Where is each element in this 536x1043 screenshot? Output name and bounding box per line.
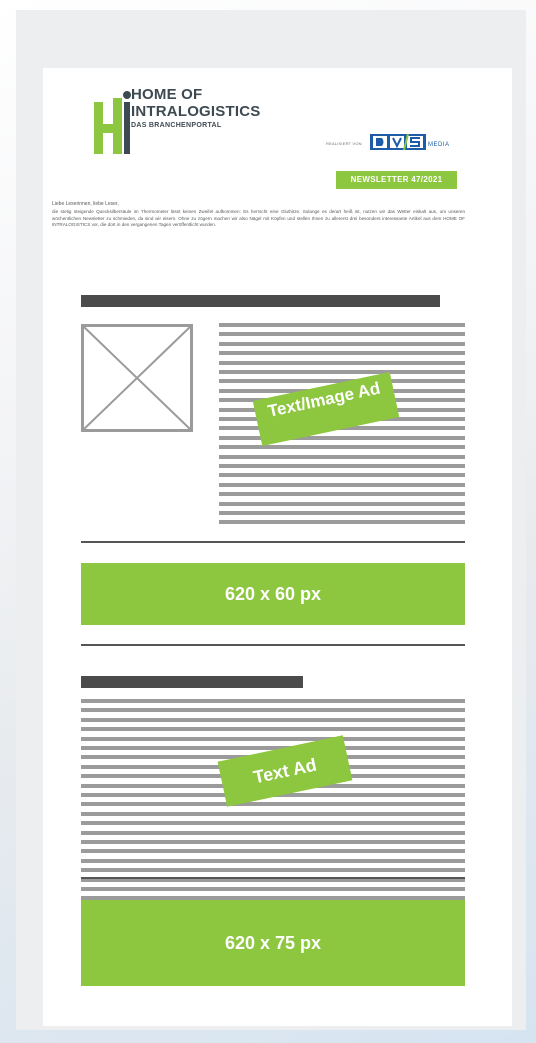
text-line-placeholder <box>219 454 465 459</box>
text-line-placeholder <box>219 520 465 525</box>
text-line-placeholder <box>219 332 465 337</box>
text-line-placeholder <box>81 727 465 732</box>
banner-ad-620x60-label: 620 x 60 px <box>224 584 322 604</box>
text-line-placeholder <box>219 492 465 497</box>
text-line-placeholder <box>81 840 465 844</box>
text-line-placeholder <box>219 370 465 374</box>
text-line-placeholder <box>81 708 465 713</box>
text-line-placeholder <box>81 811 465 816</box>
logo-line-home-of: HOME OF <box>131 86 203 103</box>
newsletter-issue-badge: NEWSLETTER 47/2021 <box>336 171 457 189</box>
text-line-placeholder <box>81 717 465 722</box>
text-line-placeholder <box>219 445 465 450</box>
banner-ad-620x75-label: 620 x 75 px <box>224 933 322 953</box>
section-divider <box>81 644 465 646</box>
text-line-placeholder <box>219 473 465 478</box>
banner-ad-620x60[interactable]: 620 x 60 px <box>81 563 465 625</box>
text-line-placeholder <box>81 821 465 826</box>
article-headline-bar <box>81 676 303 688</box>
intro-paragraph: die stetig steigende Quecksilbersäule im… <box>52 209 465 228</box>
logo-line-branchenportal: DAS BRANCHENPORTAL <box>131 122 222 129</box>
text-line-placeholder <box>81 802 465 807</box>
banner-ad-620x75[interactable]: 620 x 75 px <box>81 900 465 986</box>
text-ad-text: Text Ad <box>251 754 319 788</box>
text-line-placeholder <box>219 501 465 506</box>
text-line-placeholder <box>219 323 465 327</box>
section-divider <box>81 541 465 543</box>
text-line-placeholder <box>219 464 465 468</box>
text-line-placeholder <box>81 849 465 854</box>
dvs-media-suffix: MEDIA <box>428 142 450 148</box>
text-line-placeholder <box>219 511 465 515</box>
newsletter-preview: HOME OF INTRALOGISTICS DAS BRANCHENPORTA… <box>43 68 512 1026</box>
logo-line-intralogistics: INTRALOGISTICS <box>131 103 261 120</box>
greeting-text: Liebe Leserinnen, liebe Leser, <box>52 201 119 207</box>
article-headline-bar <box>81 295 440 307</box>
realised-by-label: REALISIERT VON <box>326 141 362 146</box>
text-line-placeholder <box>219 351 465 356</box>
text-line-placeholder <box>81 830 465 835</box>
image-placeholder-icon <box>81 324 193 432</box>
text-image-ad-text: Text/Image Ad <box>266 378 382 421</box>
text-line-placeholder <box>81 868 465 873</box>
text-line-placeholder <box>219 341 465 346</box>
text-line-placeholder <box>81 736 465 741</box>
text-line-placeholder <box>81 858 465 863</box>
text-line-placeholder <box>81 887 465 891</box>
logo-wordmark: HOME OF INTRALOGISTICS DAS BRANCHENPORTA… <box>131 86 260 129</box>
section-divider <box>81 877 465 879</box>
text-line-placeholder <box>81 699 465 703</box>
text-line-placeholder <box>219 360 465 365</box>
text-line-placeholder <box>219 435 465 440</box>
text-line-placeholder <box>219 482 465 487</box>
